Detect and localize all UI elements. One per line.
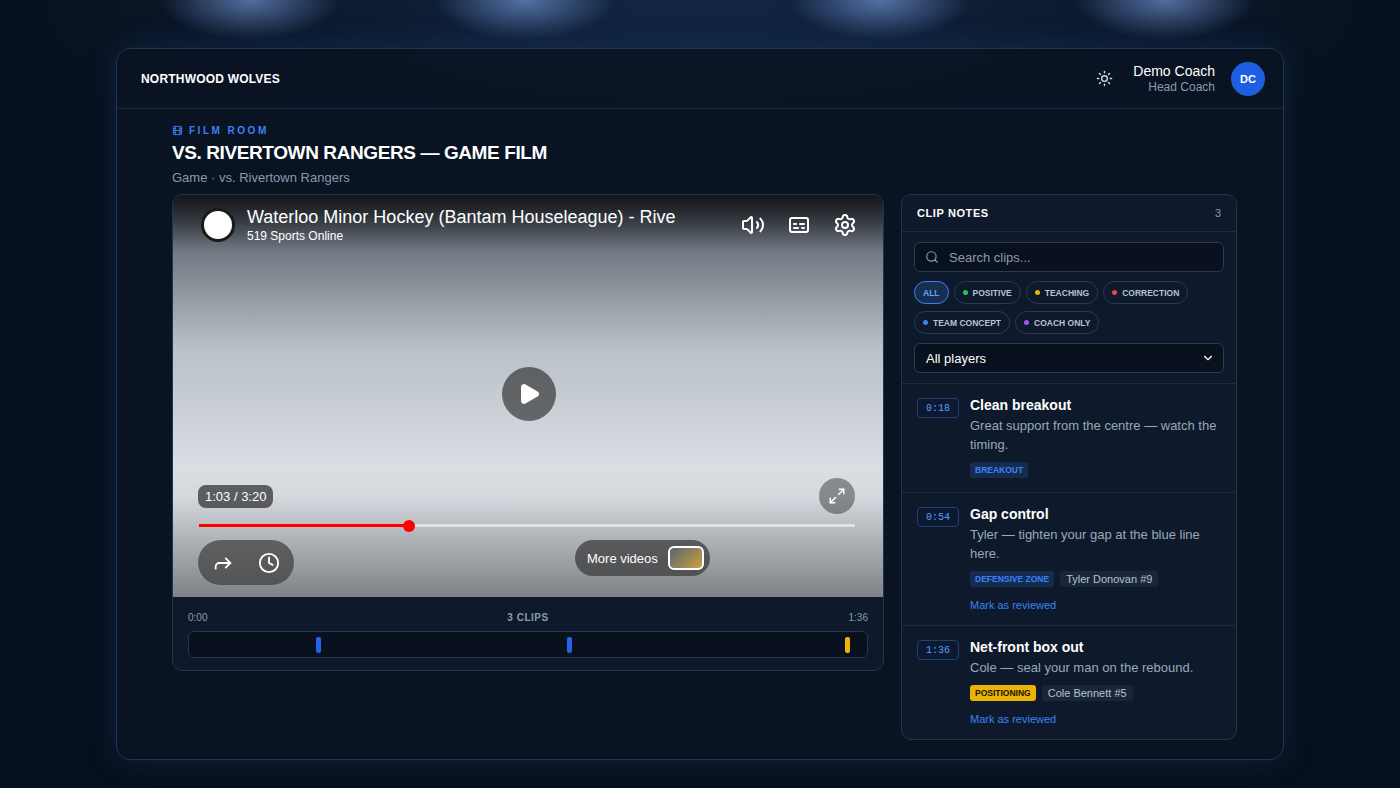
clip-time[interactable]: 0:54: [917, 507, 959, 527]
gear-icon[interactable]: [833, 213, 857, 237]
filter-chip[interactable]: TEACHING: [1026, 281, 1098, 304]
clip-tag: BREAKOUT: [970, 462, 1028, 478]
clip-filters: ALLPOSITIVETEACHINGCORRECTION TEAM CONCEP…: [902, 232, 1236, 384]
section-label: FILM ROOM: [172, 125, 1235, 136]
filter-dot: [923, 320, 928, 325]
control-pill: [198, 540, 294, 585]
clip-title: Clean breakout: [970, 397, 1222, 413]
clip-title: Net-front box out: [970, 639, 1222, 655]
search-input[interactable]: [947, 249, 1213, 266]
user-area: Demo CoachHead Coach DC: [1092, 62, 1265, 96]
player-tag: Tyler Donovan #9: [1060, 571, 1158, 587]
filter-dot: [1112, 290, 1117, 295]
sun-icon: [1096, 70, 1113, 87]
video-top-bar: Waterloo Minor Hockey (Bantam Houseleagu…: [201, 207, 857, 243]
page-title: VS. RIVERTOWN RANGERS — GAME FILM: [172, 142, 1235, 164]
user-role: Head Coach: [1148, 80, 1215, 94]
clip-time[interactable]: 0:18: [917, 398, 959, 418]
video-channel[interactable]: 519 Sports Online: [247, 229, 729, 243]
clip-title: Gap control: [970, 506, 1222, 522]
fullscreen-button[interactable]: [819, 478, 855, 514]
clip-timeline[interactable]: [188, 631, 868, 658]
video-title[interactable]: Waterloo Minor Hockey (Bantam Houseleagu…: [247, 207, 729, 229]
team-name: NORTHWOOD WOLVES: [141, 72, 280, 86]
clip-item[interactable]: 0:18 Clean breakout Great support from the…: [902, 384, 1236, 493]
filter-chips: ALLPOSITIVETEACHINGCORRECTION TEAM CONCEP…: [914, 281, 1224, 334]
clip-marker[interactable]: [316, 637, 321, 653]
progress-bar[interactable]: [199, 524, 855, 527]
clip-tags: BREAKOUT: [970, 462, 1222, 478]
theme-toggle[interactable]: [1092, 66, 1117, 91]
clip-tag: DEFENSIVE ZONE: [970, 571, 1054, 587]
page-subtitle: Game · vs. Rivertown Rangers: [172, 170, 1235, 185]
search-field[interactable]: [914, 242, 1224, 272]
video-title-block: Waterloo Minor Hockey (Bantam Houseleagu…: [247, 207, 729, 243]
clip-time[interactable]: 1:36: [917, 640, 959, 660]
user-name: Demo Coach: [1133, 63, 1215, 80]
top-bar: NORTHWOOD WOLVES Demo CoachHead Coach DC: [117, 49, 1283, 109]
timeline-end: 1:36: [849, 612, 868, 623]
search-icon: [925, 250, 939, 264]
player-tag: Cole Bennett #5: [1042, 685, 1133, 701]
clip-notes-header: CLIP NOTES 3: [902, 195, 1236, 232]
film-icon: [172, 125, 183, 136]
clip-note: Cole — seal your man on the rebound.: [970, 658, 1222, 677]
share-icon[interactable]: [212, 552, 234, 574]
timeline-labels: 0:00 3 CLIPS 1:36: [173, 597, 883, 623]
clock-icon[interactable]: [258, 552, 280, 574]
user-info: Demo CoachHead Coach: [1133, 63, 1215, 94]
channel-logo[interactable]: [201, 208, 235, 242]
content: FILM ROOM VS. RIVERTOWN RANGERS — GAME FI…: [117, 109, 1283, 740]
clip-item[interactable]: 0:54 Gap control Tyler — tighten your gap …: [902, 493, 1236, 626]
clip-tags: DEFENSIVE ZONE Tyler Donovan #9: [970, 571, 1222, 587]
clip-notes-count: 3: [1215, 207, 1221, 219]
filter-chip[interactable]: COACH ONLY: [1015, 311, 1099, 334]
volume-icon[interactable]: [741, 213, 765, 237]
captions-icon[interactable]: [787, 213, 811, 237]
video-player[interactable]: Waterloo Minor Hockey (Bantam Houseleagu…: [173, 195, 883, 597]
mark-reviewed-button[interactable]: Mark as reviewed: [970, 599, 1056, 611]
clip-body: Net-front box out Cole — seal your man on…: [970, 639, 1222, 725]
main-grid: Waterloo Minor Hockey (Bantam Houseleagu…: [172, 194, 1235, 740]
more-videos-button[interactable]: More videos: [575, 540, 710, 576]
clip-marker[interactable]: [845, 637, 850, 653]
chevron-down-icon: [1201, 351, 1215, 365]
filter-dot: [1024, 320, 1029, 325]
clip-marker[interactable]: [567, 637, 572, 653]
progress-knob[interactable]: [403, 520, 415, 532]
video-panel: Waterloo Minor Hockey (Bantam Houseleagu…: [172, 194, 884, 671]
filter-dot: [963, 290, 968, 295]
thumbnail: [668, 546, 704, 570]
clip-body: Clean breakout Great support from the cen…: [970, 397, 1222, 478]
video-time: 1:03 / 3:20: [198, 485, 273, 508]
clip-tags: POSITIONING Cole Bennett #5: [970, 685, 1222, 701]
progress-fill: [199, 524, 409, 527]
clip-notes-panel: CLIP NOTES 3 ALLPOSITIVETEACHINGCORRECTION…: [901, 194, 1237, 740]
filter-chip[interactable]: POSITIVE: [954, 281, 1021, 304]
clip-item[interactable]: 1:36 Net-front box out Cole — seal your ma…: [902, 626, 1236, 739]
clip-note: Great support from the centre — watch th…: [970, 416, 1222, 454]
expand-icon: [828, 487, 846, 505]
mark-reviewed-button[interactable]: Mark as reviewed: [970, 713, 1056, 725]
clip-count: 3 CLIPS: [507, 612, 548, 623]
clip-body: Gap control Tyler — tighten your gap at t…: [970, 506, 1222, 611]
play-icon: [517, 382, 541, 406]
clip-notes-title: CLIP NOTES: [917, 207, 989, 219]
player-select[interactable]: All players: [914, 343, 1224, 373]
app-window: NORTHWOOD WOLVES Demo CoachHead Coach DC FI…: [116, 48, 1284, 760]
user-avatar[interactable]: DC: [1231, 62, 1265, 96]
clip-tag: POSITIONING: [970, 685, 1036, 701]
filter-chip[interactable]: TEAM CONCEPT: [914, 311, 1010, 334]
timeline-start: 0:00: [188, 612, 207, 623]
filter-chip[interactable]: ALL: [914, 281, 949, 304]
play-button[interactable]: [502, 367, 556, 421]
filter-dot: [1035, 290, 1040, 295]
clip-note: Tyler — tighten your gap at the blue lin…: [970, 525, 1222, 563]
video-icons: [741, 213, 857, 237]
filter-chip[interactable]: CORRECTION: [1103, 281, 1188, 304]
